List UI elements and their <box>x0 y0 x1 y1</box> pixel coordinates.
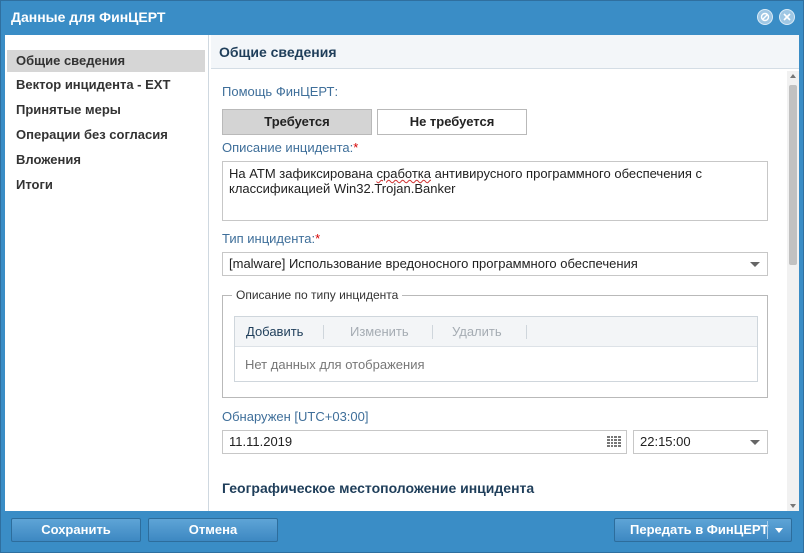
content-scrollbar[interactable] <box>787 71 799 511</box>
type-description-fieldset: Описание по типу инцидента Добавить Изме… <box>222 288 768 398</box>
help-not-required-toggle[interactable]: Не требуется <box>377 109 527 135</box>
empty-grid-text: Нет данных для отображения <box>245 357 425 372</box>
split-divider <box>767 521 768 539</box>
toolbar-divider <box>432 325 433 339</box>
sidebar-item-general[interactable]: Общие сведения <box>7 50 205 72</box>
sidebar-nav: Общие сведения Вектор инцидента - EXT Пр… <box>5 35 209 511</box>
detected-label: Обнаружен [UTC+03:00] <box>222 409 369 424</box>
sidebar-item-operations[interactable]: Операции без согласия <box>7 124 205 146</box>
detected-time-value: 22:15:00 <box>640 434 691 449</box>
sidebar-item-measures[interactable]: Принятые меры <box>7 99 205 121</box>
incident-type-value: [malware] Использование вредоносного про… <box>229 256 638 271</box>
description-label: Описание инцидента:* <box>222 140 359 155</box>
description-textarea[interactable]: На АТМ зафиксирована сработка антивирусн… <box>222 161 768 221</box>
dialog-body: Общие сведения Вектор инцидента - EXT Пр… <box>5 35 799 511</box>
close-icon[interactable] <box>779 9 795 25</box>
chevron-down-icon[interactable] <box>775 528 783 533</box>
grid-toolbar: Добавить Изменить Удалить <box>235 317 757 347</box>
save-button[interactable]: Сохранить <box>11 518 141 542</box>
sidebar-item-attachments[interactable]: Вложения <box>7 149 205 171</box>
chevron-down-icon[interactable] <box>750 262 760 267</box>
content-panel: Общие сведения Помощь ФинЦЕРТ: Требуется… <box>211 35 799 511</box>
sidebar-item-vector[interactable]: Вектор инцидента - EXT <box>7 74 205 96</box>
window-title: Данные для ФинЦЕРТ <box>11 9 166 25</box>
dialog-window: Данные для ФинЦЕРТ Общие сведения Вектор… <box>0 0 804 553</box>
detected-date-field[interactable]: 11.11.2019 <box>222 430 627 454</box>
chevron-down-icon[interactable] <box>750 440 760 445</box>
scroll-up-icon[interactable] <box>790 74 796 78</box>
section-title: Общие сведения <box>219 44 337 60</box>
delete-button[interactable]: Удалить <box>452 324 502 339</box>
incident-type-label: Тип инцидента:* <box>222 231 321 246</box>
calendar-icon[interactable] <box>607 436 621 448</box>
cancel-button[interactable]: Отмена <box>148 518 278 542</box>
titlebar[interactable]: Данные для ФинЦЕРТ <box>1 1 803 33</box>
scroll-thumb[interactable] <box>789 85 797 265</box>
fieldset-legend: Описание по типу инцидента <box>232 288 403 302</box>
dialog-footer: Сохранить Отмена Передать в ФинЦЕРТ <box>1 511 803 552</box>
type-description-grid: Добавить Изменить Удалить Нет данных для… <box>234 316 758 382</box>
incident-type-select[interactable]: [malware] Использование вредоносного про… <box>222 252 768 276</box>
help-label: Помощь ФинЦЕРТ: <box>222 84 339 99</box>
detected-time-select[interactable]: 22:15:00 <box>633 430 768 454</box>
help-required-toggle[interactable]: Требуется <box>222 109 372 135</box>
add-button[interactable]: Добавить <box>246 324 303 339</box>
content-header: Общие сведения <box>211 35 799 69</box>
toolbar-divider <box>323 325 324 339</box>
geo-section-title: Географическое местоположение инцидента <box>222 480 535 496</box>
edit-button[interactable]: Изменить <box>350 324 409 339</box>
scroll-down-icon[interactable] <box>790 504 796 508</box>
sidebar-item-results[interactable]: Итоги <box>7 174 205 196</box>
send-button-label: Передать в ФинЦЕРТ <box>630 522 769 537</box>
detected-date-value: 11.11.2019 <box>229 434 293 449</box>
minimize-icon[interactable] <box>757 9 773 25</box>
send-to-fincert-button[interactable]: Передать в ФинЦЕРТ <box>614 518 792 542</box>
toolbar-divider <box>526 325 527 339</box>
